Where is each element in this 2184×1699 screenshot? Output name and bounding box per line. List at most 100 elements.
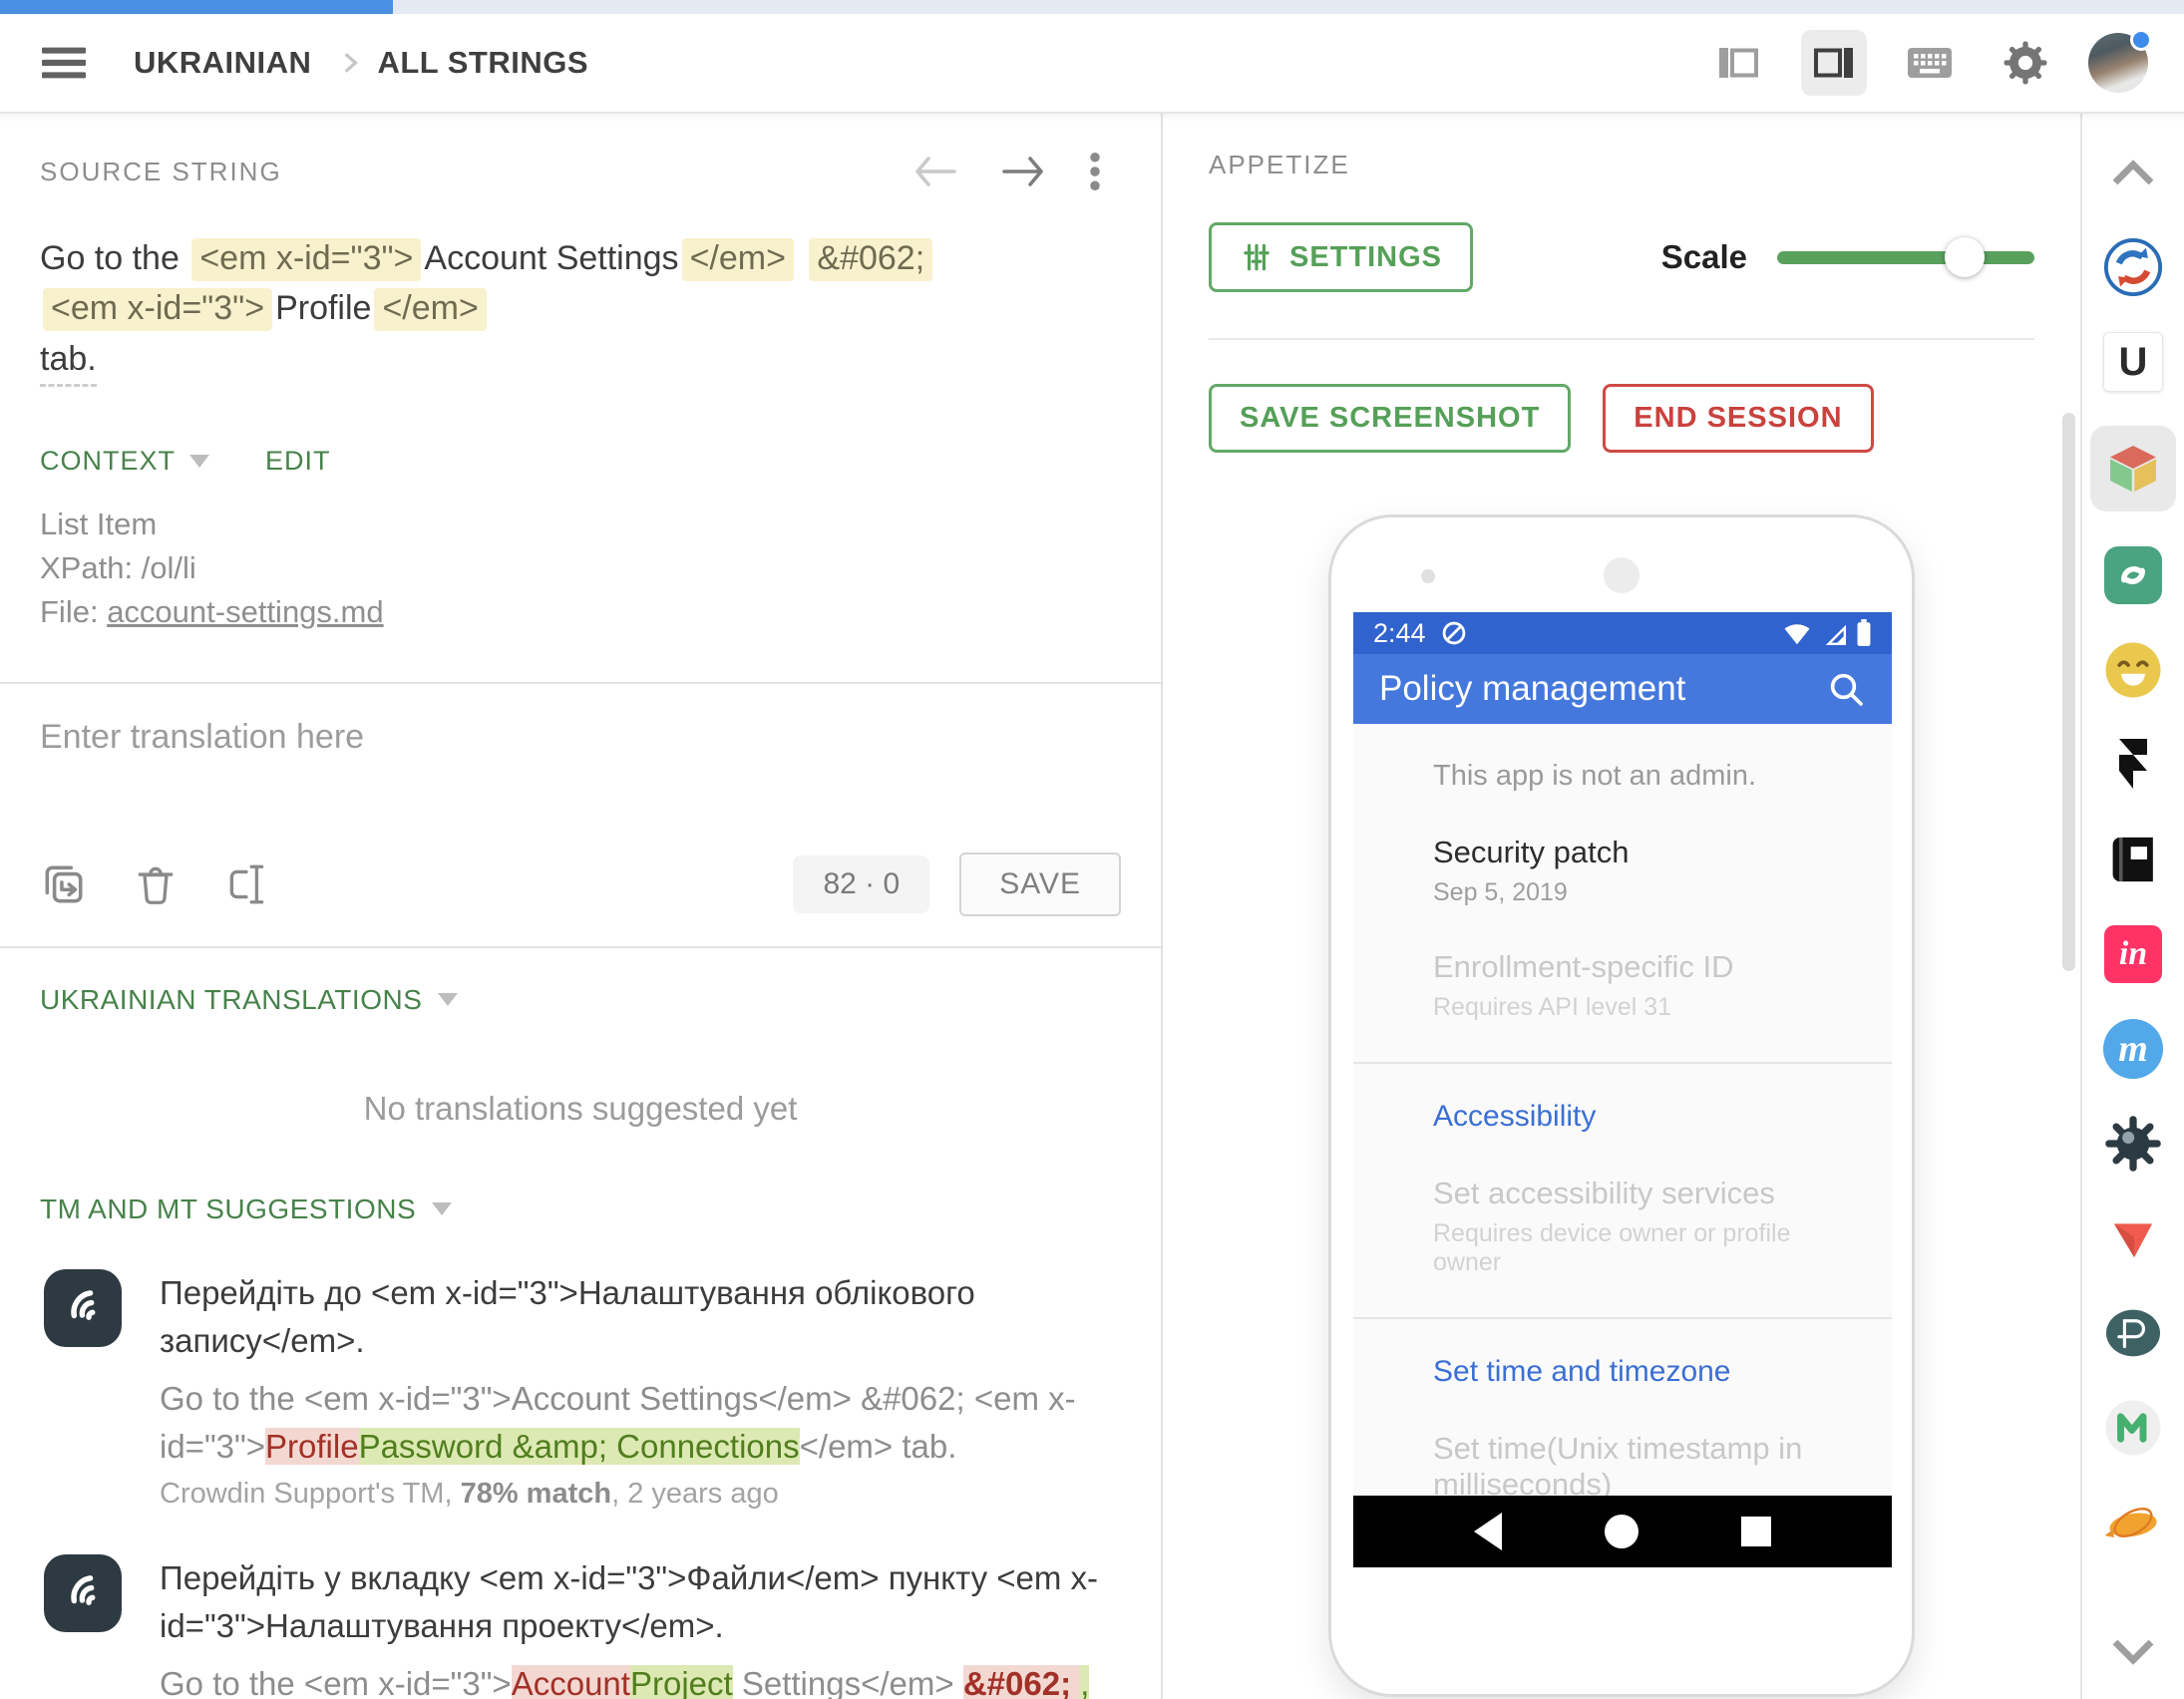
android-nav-bar — [1353, 1496, 1892, 1567]
copy-source-icon[interactable] — [40, 860, 88, 908]
scale-slider-track[interactable] — [1777, 251, 2034, 264]
wake-icon[interactable] — [2102, 1207, 2164, 1269]
panel-scrollbar[interactable] — [2062, 413, 2075, 971]
context-xpath: XPath: /ol/li — [40, 546, 1121, 590]
divider — [1353, 1317, 1892, 1319]
translations-section-header[interactable]: UKRAINIAN TRANSLATIONS — [40, 984, 422, 1016]
divider — [1353, 1062, 1892, 1064]
list-item-security-patch[interactable]: Security patch Sep 5, 2019 — [1433, 835, 1836, 907]
appetize-panel: APPETIZE SETTINGS Scale — [1163, 114, 2080, 1699]
top-bar: UKRAINIAN ALL STRINGS — [0, 14, 2184, 114]
settings-gear-icon[interactable] — [1993, 30, 2058, 96]
breadcrumb-section[interactable]: ALL STRINGS — [377, 45, 588, 81]
admin-notice: This app is not an admin. — [1433, 760, 1836, 793]
side-panel-left-icon[interactable] — [1705, 30, 1771, 96]
zeplin-icon[interactable] — [2102, 1492, 2164, 1553]
save-screenshot-button[interactable]: SAVE SCREENSHOT — [1209, 384, 1571, 453]
keyboard-shortcuts-icon[interactable] — [1897, 30, 1963, 96]
context-edit-link[interactable]: EDIT — [265, 446, 331, 477]
device-emulator: 2:44 Policy management — [1328, 514, 1915, 1697]
translate-sync-icon[interactable] — [2102, 236, 2164, 298]
online-status-dot — [2130, 29, 2152, 51]
android-app-bar: Policy management — [1353, 654, 1892, 724]
battery-icon — [1856, 619, 1872, 647]
translation-progress-bar — [0, 0, 2184, 14]
section-time-timezone: Set time and timezone — [1433, 1355, 1836, 1389]
translation-placeholder: Enter translation here — [40, 718, 1121, 757]
cell-signal-icon — [1820, 620, 1848, 646]
tm-suggestion-2[interactable]: Перейдіть у вкладку <em x-id="3">Файли</… — [0, 1511, 1161, 1699]
appetize-title: APPETIZE — [1209, 150, 1350, 179]
sliders-icon — [1240, 240, 1274, 274]
side-panel-right-icon[interactable] — [1801, 30, 1867, 96]
home-button-icon[interactable] — [1605, 1515, 1638, 1548]
speaker-circle — [1604, 557, 1639, 593]
suggestion-source-text: Go to the <em x-id="3">Account Settings<… — [160, 1375, 1115, 1471]
tm-section-header[interactable]: TM AND MT SUGGESTIONS — [40, 1193, 416, 1225]
translation-input[interactable]: Enter translation here — [0, 684, 1161, 757]
back-button-icon[interactable] — [1474, 1513, 1502, 1550]
translations-collapse-icon[interactable] — [438, 993, 458, 1006]
search-icon[interactable] — [1826, 669, 1866, 709]
smiley-icon[interactable] — [2102, 639, 2164, 701]
suggestion-meta: Crowdin Support's TM, 78% match, 2 years… — [160, 1478, 1115, 1511]
camera-dot — [1421, 569, 1435, 583]
list-item-enrollment-id: Enrollment-specific ID Requires API leve… — [1433, 949, 1836, 1022]
android-q-icon — [1440, 619, 1468, 647]
menu-icon[interactable] — [42, 46, 86, 80]
mine-icon[interactable] — [2102, 1113, 2164, 1175]
suggestion-source-text: Go to the <em x-id="3">AccountProject Se… — [160, 1660, 1115, 1699]
progress-fill — [0, 0, 393, 14]
suggestion-target-text: Перейдіть до <em x-id="3">Налаштування о… — [160, 1269, 1115, 1365]
context-collapse-icon[interactable] — [189, 455, 209, 468]
crowdin-tm-icon — [44, 1554, 122, 1632]
recents-button-icon[interactable] — [1741, 1517, 1771, 1546]
more-options-icon[interactable] — [1089, 152, 1101, 191]
no-translations-message: No translations suggested yet — [0, 1090, 1161, 1128]
user-avatar[interactable] — [2088, 33, 2148, 93]
suggestion-target-text: Перейдіть у вкладку <em x-id="3">Файли</… — [160, 1554, 1115, 1650]
usersnap-icon[interactable]: U — [2102, 331, 2164, 393]
tm-collapse-icon[interactable] — [432, 1202, 452, 1215]
context-toggle[interactable]: CONTEXT — [40, 446, 176, 477]
tm-suggestion-1[interactable]: Перейдіть до <em x-id="3">Налаштування о… — [0, 1225, 1161, 1511]
framer-icon[interactable] — [2102, 734, 2164, 796]
top-bar-actions — [1705, 30, 2148, 96]
select-text-icon[interactable] — [223, 860, 271, 908]
character-counter: 82 · 0 — [793, 855, 929, 913]
emulator-screen[interactable]: 2:44 Policy management — [1353, 612, 1892, 1567]
delete-translation-icon[interactable] — [132, 860, 180, 908]
save-translation-button[interactable]: SAVE — [959, 852, 1121, 916]
source-string-label: SOURCE STRING — [40, 157, 282, 187]
medium-icon[interactable] — [2102, 1397, 2164, 1459]
scale-slider[interactable] — [1777, 237, 2034, 277]
previous-string-icon[interactable] — [913, 156, 957, 187]
context-file-link[interactable]: account-settings.md — [107, 594, 383, 629]
source-string-text: Go to the <em x-id="3">Account Settings<… — [0, 233, 1161, 384]
crowdin-editor-app: UKRAINIAN ALL STRINGS — [0, 0, 2184, 1699]
gitbook-icon[interactable] — [2102, 829, 2164, 890]
next-string-icon[interactable] — [1001, 156, 1045, 187]
invision-icon[interactable]: in — [2102, 923, 2164, 985]
prott-icon[interactable] — [2102, 1302, 2164, 1364]
chevron-right-icon — [337, 50, 363, 76]
apps-rail: U — [2080, 114, 2184, 1699]
editor-panel: SOURCE STRING Go to the <em x-id="3">Acc… — [0, 114, 1163, 1699]
scale-label: Scale — [1661, 238, 1747, 276]
scale-slider-thumb[interactable] — [1945, 237, 1985, 277]
end-session-button[interactable]: END SESSION — [1603, 384, 1873, 453]
appetize-cube-icon[interactable] — [2090, 426, 2176, 511]
app-refresh-icon[interactable] — [2102, 544, 2164, 606]
appetize-settings-button[interactable]: SETTINGS — [1209, 222, 1473, 292]
marvel-icon[interactable]: m — [2102, 1018, 2164, 1080]
android-status-bar: 2:44 — [1353, 612, 1892, 654]
app-title: Policy management — [1379, 669, 1685, 709]
status-time: 2:44 — [1373, 618, 1426, 649]
context-file: File: account-settings.md — [40, 590, 1121, 634]
collapse-up-icon[interactable] — [2102, 142, 2164, 203]
context-type: List Item — [40, 503, 1121, 546]
breadcrumb-project[interactable]: UKRAINIAN — [134, 45, 311, 81]
collapse-down-icon[interactable] — [2102, 1621, 2164, 1683]
wifi-icon — [1782, 620, 1812, 646]
crowdin-tm-icon — [44, 1269, 122, 1347]
